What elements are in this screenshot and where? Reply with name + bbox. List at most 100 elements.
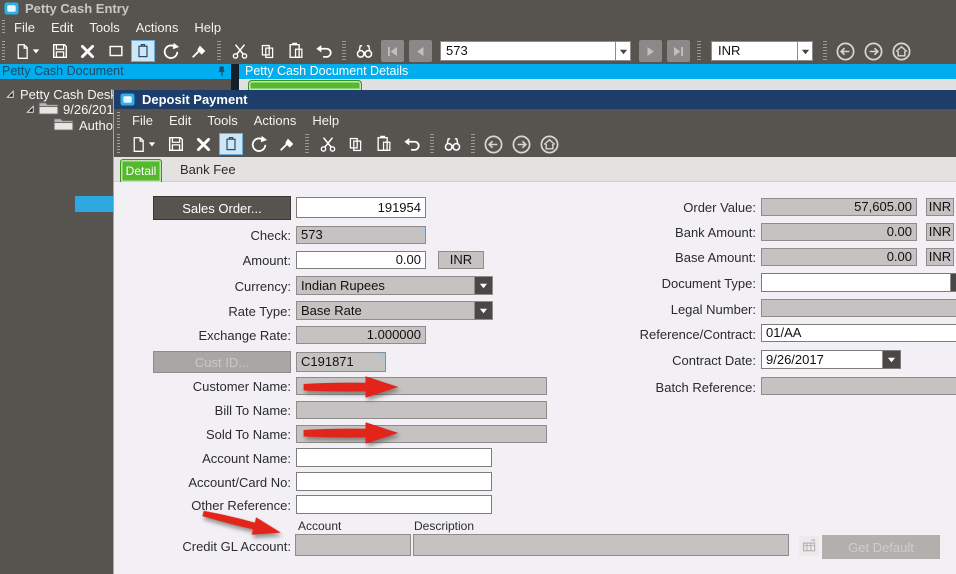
menu-file[interactable]: File	[14, 20, 35, 35]
home-button[interactable]	[537, 132, 562, 156]
pin-icon[interactable]	[217, 65, 227, 78]
gl-lookup-icon[interactable]	[799, 536, 819, 556]
new-document-button[interactable]	[10, 39, 44, 63]
legal-number-label: Legal Number:	[578, 302, 756, 317]
exchange-rate-field: 1.000000	[296, 326, 426, 344]
toolbar-grip	[2, 41, 5, 61]
other-reference-field[interactable]	[296, 495, 492, 514]
cut-button[interactable]	[315, 132, 340, 156]
document-type-label: Document Type:	[578, 276, 756, 291]
tab-bank-fee[interactable]: Bank Fee	[174, 157, 242, 182]
save-button[interactable]	[163, 132, 188, 156]
order-value-label: Order Value:	[578, 200, 756, 215]
new-document-caret-icon[interactable]	[148, 140, 156, 148]
annotation-arrow-sold-to-name	[290, 420, 412, 446]
delete-button[interactable]	[75, 39, 100, 63]
paste-special-button[interactable]	[219, 133, 243, 155]
credit-gl-account-field	[295, 534, 411, 556]
contract-date-picker[interactable]: 9/26/2017	[761, 350, 901, 369]
petty-cash-entry-window: Petty Cash Entry File Edit Tools Actions…	[0, 0, 956, 574]
first-record-button[interactable]	[381, 40, 404, 62]
datepicker-arrow-icon[interactable]	[882, 351, 900, 368]
tree-expander-icon[interactable]	[25, 104, 36, 115]
back-button[interactable]	[833, 39, 858, 63]
refresh-button[interactable]	[246, 132, 271, 156]
check-label: Check:	[124, 228, 291, 243]
tree-expander-icon[interactable]	[5, 89, 16, 100]
tree-item-authorized[interactable]: Author	[79, 118, 117, 133]
details-active-tab-sliver[interactable]	[248, 80, 362, 90]
record-number-combo[interactable]: 573	[440, 41, 631, 61]
tab-detail[interactable]: Detail	[120, 159, 162, 182]
tree-item-petty-cash-desk[interactable]: Petty Cash Desk	[20, 87, 117, 102]
menu-edit[interactable]: Edit	[51, 20, 73, 35]
rate-type-label: Rate Type:	[124, 304, 291, 319]
back-button[interactable]	[481, 132, 506, 156]
dialog-titlebar: Deposit Payment	[114, 90, 956, 109]
dropdown-arrow-icon[interactable]	[950, 274, 956, 291]
cut-button[interactable]	[227, 39, 252, 63]
dropdown-arrow-icon[interactable]	[474, 277, 492, 294]
menubar-grip	[117, 112, 120, 128]
sales-order-button[interactable]: Sales Order...	[153, 196, 291, 220]
currency-combo-dropdown-icon[interactable]	[797, 41, 813, 61]
refresh-button[interactable]	[158, 39, 183, 63]
paste-special-button[interactable]	[131, 40, 155, 62]
cust-id-button[interactable]: Cust ID...	[153, 351, 291, 373]
paste-button[interactable]	[371, 132, 396, 156]
currency-combo-value[interactable]: INR	[711, 41, 797, 61]
window-button[interactable]	[103, 39, 128, 63]
delete-button[interactable]	[191, 132, 216, 156]
menu-help[interactable]: Help	[194, 20, 221, 35]
rate-type-dropdown[interactable]: Base Rate	[296, 301, 493, 320]
copy-button[interactable]	[255, 39, 280, 63]
find-button[interactable]	[440, 132, 465, 156]
get-default-button[interactable]: Get Default	[822, 535, 940, 559]
dialog-menu-actions[interactable]: Actions	[254, 113, 297, 128]
panel-splitter[interactable]	[231, 64, 239, 90]
currency-combo[interactable]: INR	[711, 41, 813, 61]
find-button[interactable]	[352, 39, 377, 63]
forward-button[interactable]	[861, 39, 886, 63]
amount-currency-box: INR	[438, 251, 484, 269]
last-record-button[interactable]	[667, 40, 690, 62]
currency-dropdown[interactable]: Indian Rupees	[296, 276, 493, 295]
toolbar-separator	[342, 41, 346, 61]
dropdown-arrow-icon[interactable]	[474, 302, 492, 319]
account-name-field[interactable]	[296, 448, 492, 467]
toolbar-separator	[697, 41, 701, 61]
toolbar-separator	[430, 134, 434, 154]
new-document-button[interactable]	[126, 132, 160, 156]
dialog-title: Deposit Payment	[142, 92, 247, 107]
reference-contract-field[interactable]: 01/AA	[761, 324, 956, 342]
previous-record-button[interactable]	[409, 40, 432, 62]
details-tabstrip	[239, 79, 956, 90]
amount-field[interactable]: 0.00	[296, 251, 426, 269]
menu-tools[interactable]: Tools	[89, 20, 119, 35]
dialog-menu-tools[interactable]: Tools	[207, 113, 237, 128]
clear-button[interactable]	[186, 39, 211, 63]
paste-button[interactable]	[283, 39, 308, 63]
record-number-dropdown-icon[interactable]	[615, 41, 631, 61]
panel-headers: Petty Cash Document Petty Cash Document …	[0, 64, 956, 79]
main-menubar: File Edit Tools Actions Help	[0, 17, 956, 38]
document-type-dropdown[interactable]	[761, 273, 956, 292]
undo-button[interactable]	[399, 132, 424, 156]
account-card-no-field[interactable]	[296, 472, 492, 491]
dialog-menu-help[interactable]: Help	[312, 113, 339, 128]
next-record-button[interactable]	[639, 40, 662, 62]
copy-button[interactable]	[343, 132, 368, 156]
home-button[interactable]	[889, 39, 914, 63]
undo-button[interactable]	[311, 39, 336, 63]
save-button[interactable]	[47, 39, 72, 63]
menu-actions[interactable]: Actions	[136, 20, 179, 35]
sales-order-value-field[interactable]: 191954	[296, 197, 426, 218]
record-number-input[interactable]: 573	[440, 41, 615, 61]
forward-button[interactable]	[509, 132, 534, 156]
new-document-caret-icon[interactable]	[32, 47, 40, 55]
dialog-menu-file[interactable]: File	[132, 113, 153, 128]
dialog-menu-edit[interactable]: Edit	[169, 113, 191, 128]
note-corner-marker	[418, 227, 425, 234]
clear-button[interactable]	[274, 132, 299, 156]
order-value-currency-box: INR	[926, 198, 954, 216]
